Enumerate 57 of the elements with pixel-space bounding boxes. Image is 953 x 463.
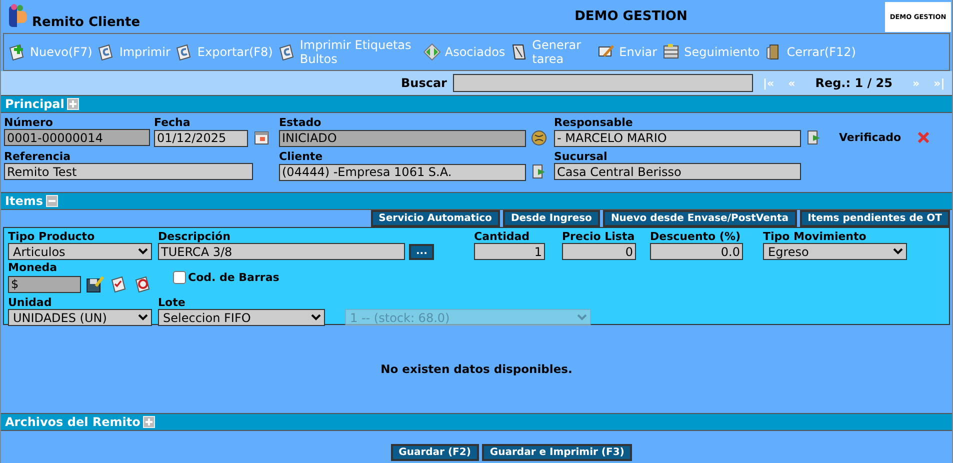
action-button[interactable]: Desde Ingreso xyxy=(502,210,600,227)
search-label: Buscar xyxy=(401,76,447,90)
text-field[interactable]: INICIADO xyxy=(279,130,526,146)
field-label: Moneda xyxy=(8,261,58,274)
floppy-pencil-icon[interactable] xyxy=(85,274,105,294)
calendar-icon[interactable] xyxy=(252,129,270,147)
text-field[interactable]: 0.0 xyxy=(650,243,743,260)
text-field[interactable]: - MARCELO MARIO xyxy=(554,130,801,146)
record-counter: Reg.: 1 / 25 xyxy=(814,76,894,90)
expand-icon[interactable] xyxy=(143,416,156,428)
text-field[interactable]: 01/12/2025 xyxy=(154,130,248,146)
field-label: Tipo Movimiento xyxy=(763,230,868,243)
save-button[interactable]: Guardar e Imprimir (F3) xyxy=(482,444,632,461)
section-title: Items xyxy=(5,194,43,208)
company-name: DEMO GESTION xyxy=(574,9,688,24)
field-label: Responsable xyxy=(554,116,634,129)
page-title: Remito Cliente xyxy=(32,15,142,30)
text-field[interactable]: TUERCA 3/8 xyxy=(158,243,405,260)
action-button[interactable]: Nuevo desde Envase/PostVenta xyxy=(602,210,797,227)
field-label: Cliente xyxy=(279,150,324,163)
field-label: Cantidad xyxy=(474,230,531,243)
dropdown[interactable]: Articulos xyxy=(8,243,152,260)
browse-button[interactable]: ... xyxy=(409,244,434,260)
checkbox-label: Cod. de Barras xyxy=(188,271,280,284)
field-label: Referencia xyxy=(4,150,72,163)
empty-message: No existen datos disponibles. xyxy=(380,362,572,376)
verified-label: Verificado xyxy=(839,131,902,144)
save-button[interactable]: Guardar (F2) xyxy=(390,444,479,461)
text-field[interactable]: Remito Test xyxy=(4,163,253,180)
app-logo-icon xyxy=(6,3,28,29)
dropdown[interactable]: Egreso xyxy=(763,243,907,260)
dropdown[interactable]: Seleccion FIFO xyxy=(158,309,325,326)
arrows-icon xyxy=(422,42,442,62)
checkbox[interactable] xyxy=(173,271,186,284)
section-title: Principal xyxy=(5,97,64,111)
field-label: Descripción xyxy=(158,230,232,243)
field-label: Descuento (%) xyxy=(650,230,742,243)
field-label: Lote xyxy=(158,296,186,309)
field-label: Precio Lista xyxy=(562,230,636,243)
action-button[interactable]: Items pendientes de OT xyxy=(800,210,950,227)
field-label: Número xyxy=(4,116,54,129)
field-label: Unidad xyxy=(8,296,53,309)
field-label: Fecha xyxy=(154,116,192,129)
action-button[interactable]: Servicio Automatico xyxy=(370,210,500,227)
field-label: Tipo Producto xyxy=(8,230,96,243)
text-field[interactable]: $ xyxy=(8,276,81,292)
text-field[interactable]: 1 xyxy=(474,243,545,260)
field-label: Sucursal xyxy=(554,150,608,163)
text-field[interactable]: 0001-00000014 xyxy=(4,129,150,146)
dropdown[interactable]: UNIDADES (UN) xyxy=(8,309,152,326)
text-field[interactable]: Casa Central Berisso xyxy=(554,163,801,180)
text-field[interactable]: 0 xyxy=(562,243,636,260)
search-field[interactable] xyxy=(452,74,753,92)
field-label: Estado xyxy=(279,116,322,129)
text-field[interactable]: (04444) -Empresa 1061 S.A. xyxy=(279,164,526,180)
expand-icon[interactable] xyxy=(67,98,80,110)
section-title: Archivos del Remito xyxy=(5,415,140,429)
